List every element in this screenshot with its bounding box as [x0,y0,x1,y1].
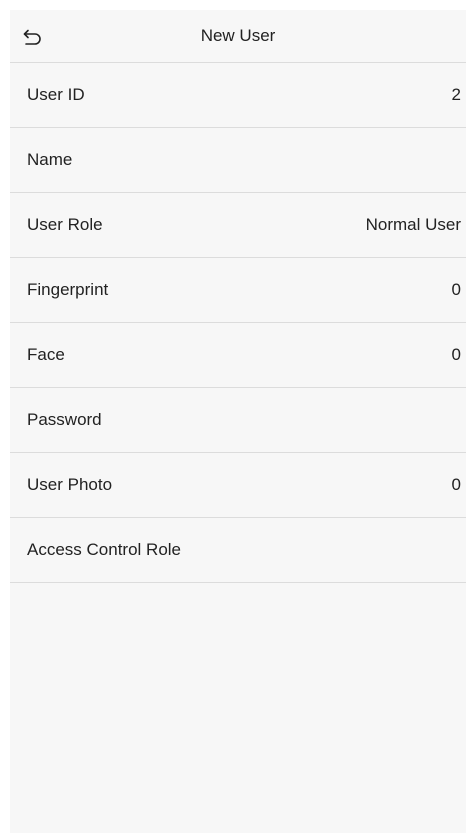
field-row-access-control-role[interactable]: Access Control Role [10,518,466,583]
field-label: Name [27,150,73,169]
field-value: Normal User [365,215,461,234]
page-title: New User [200,26,276,45]
field-row-user-photo[interactable]: User Photo 0 [10,453,466,518]
field-label: Access Control Role [27,540,182,559]
field-value: 0 [451,280,461,299]
field-label: Fingerprint [27,280,109,299]
field-row-name[interactable]: Name [10,128,466,193]
field-row-user-id[interactable]: User ID 2 [10,63,466,128]
field-label: User Role [27,215,103,234]
field-row-fingerprint[interactable]: Fingerprint 0 [10,258,466,323]
field-value: 2 [451,85,461,104]
field-row-password[interactable]: Password [10,388,466,453]
field-label: User Photo [27,475,113,494]
field-value: 0 [451,475,461,494]
header-bar: New User [10,10,466,63]
field-row-user-role[interactable]: User Role Normal User [10,193,466,258]
field-label: Face [27,345,65,364]
field-label: User ID [27,85,85,104]
field-value: 0 [451,345,461,364]
field-row-face[interactable]: Face 0 [10,323,466,388]
user-field-list: User ID 2 Name User Role Normal User Fin… [10,63,466,583]
new-user-screen: New User User ID 2 Name User Role Normal… [10,10,466,833]
field-label: Password [27,410,102,429]
